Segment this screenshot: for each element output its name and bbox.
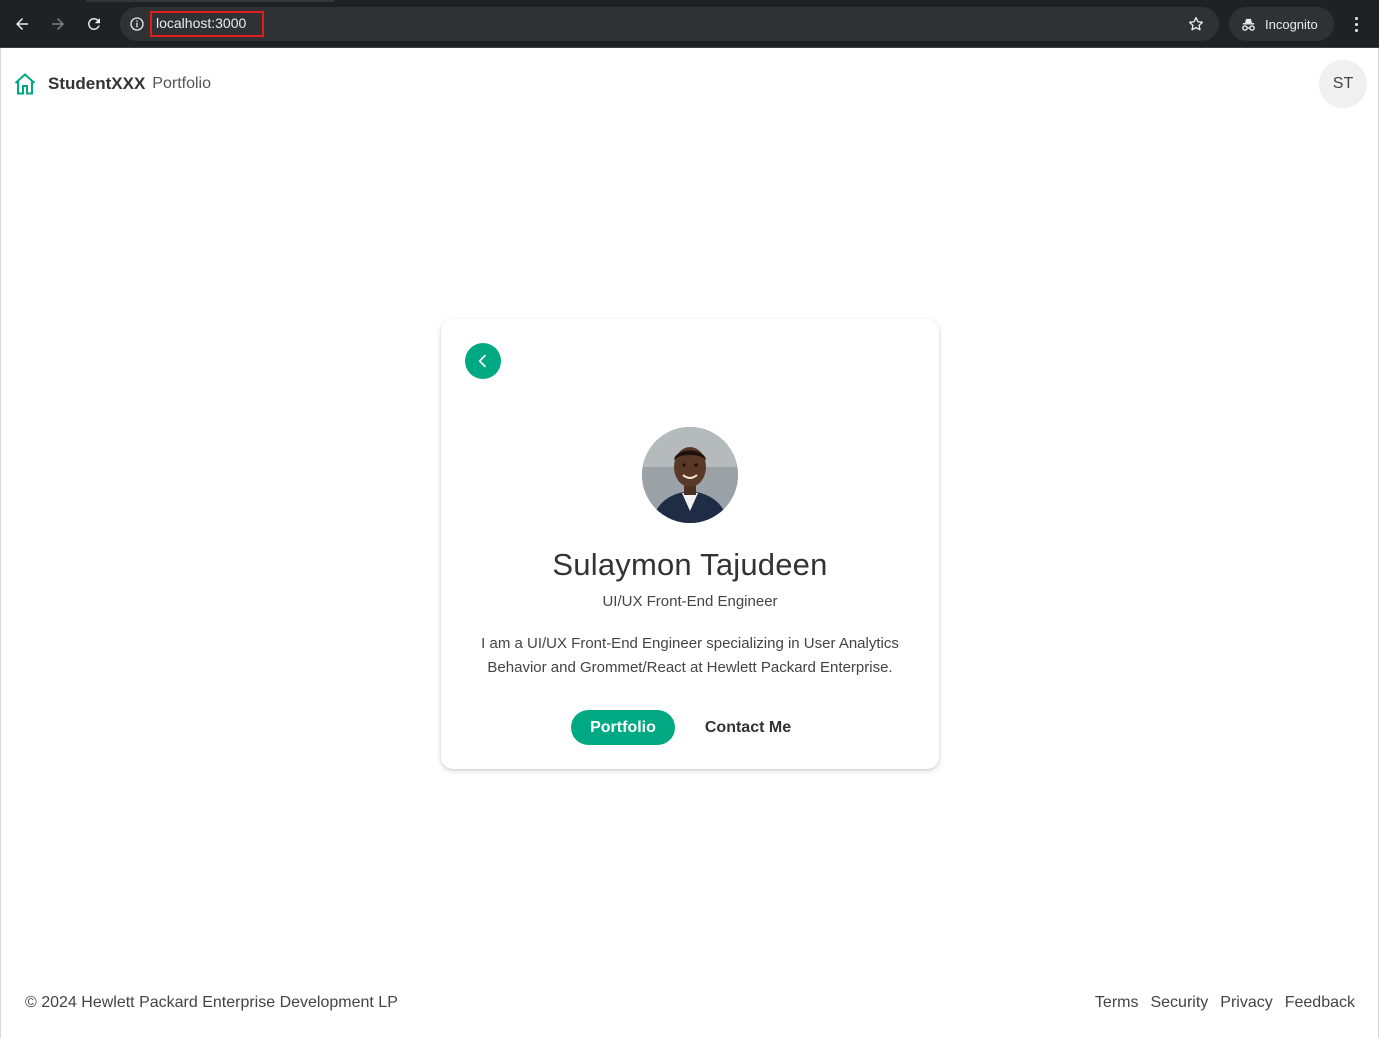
profile-role: UI/UX Front-End Engineer — [602, 593, 778, 610]
footer-link-feedback[interactable]: Feedback — [1285, 994, 1355, 1012]
back-chevron-icon — [478, 354, 486, 368]
back-arrow-icon — [16, 18, 28, 30]
footer-link-terms[interactable]: Terms — [1095, 994, 1139, 1012]
brand-name: StudentXXX — [48, 74, 146, 93]
forward-arrow-icon — [52, 18, 64, 30]
footer-link-privacy[interactable]: Privacy — [1220, 994, 1272, 1012]
incognito-icon — [1242, 18, 1255, 31]
info-icon[interactable] — [129, 16, 145, 32]
reload-button[interactable] — [80, 10, 108, 38]
active-tab-edge — [86, 0, 334, 2]
profile-photo — [642, 427, 738, 523]
profile-bio: I am a UI/UX Front-End Engineer speciali… — [481, 635, 899, 676]
incognito-label: Incognito — [1265, 16, 1318, 32]
brand-suffix: Portfolio — [152, 75, 211, 92]
portfolio-button[interactable]: Portfolio — [571, 710, 675, 745]
footer-links: Terms Security Privacy Feedback — [1095, 994, 1355, 1012]
incognito-indicator[interactable]: Incognito — [1229, 7, 1334, 41]
browser-toolbar: localhost:3000 Incognito — [0, 0, 1379, 48]
footer-link-security[interactable]: Security — [1150, 994, 1208, 1012]
reload-icon — [88, 18, 100, 30]
address-bar[interactable]: localhost:3000 — [120, 7, 1219, 41]
forward-button[interactable] — [44, 10, 72, 38]
kebab-menu-icon[interactable] — [1347, 14, 1365, 34]
footer: © 2024 Hewlett Packard Enterprise Develo… — [1, 994, 1378, 1018]
back-chevron-button[interactable] — [465, 343, 501, 379]
star-icon[interactable] — [1187, 15, 1205, 33]
copyright-text: © 2024 Hewlett Packard Enterprise Develo… — [25, 994, 398, 1011]
page: StudentXXX Portfolio ST Sulaymon Tajudee… — [0, 48, 1379, 1038]
profile-name: Sulaymon Tajudeen — [552, 547, 828, 582]
user-avatar[interactable]: ST — [1319, 60, 1367, 108]
home-icon — [14, 73, 36, 95]
profile-card: Sulaymon Tajudeen UI/UX Front-End Engine… — [441, 319, 939, 769]
back-button[interactable] — [8, 10, 36, 38]
url-text[interactable]: localhost:3000 — [156, 15, 246, 31]
brand[interactable]: StudentXXX Portfolio — [13, 72, 211, 96]
contact-me-button[interactable]: Contact Me — [695, 710, 801, 745]
